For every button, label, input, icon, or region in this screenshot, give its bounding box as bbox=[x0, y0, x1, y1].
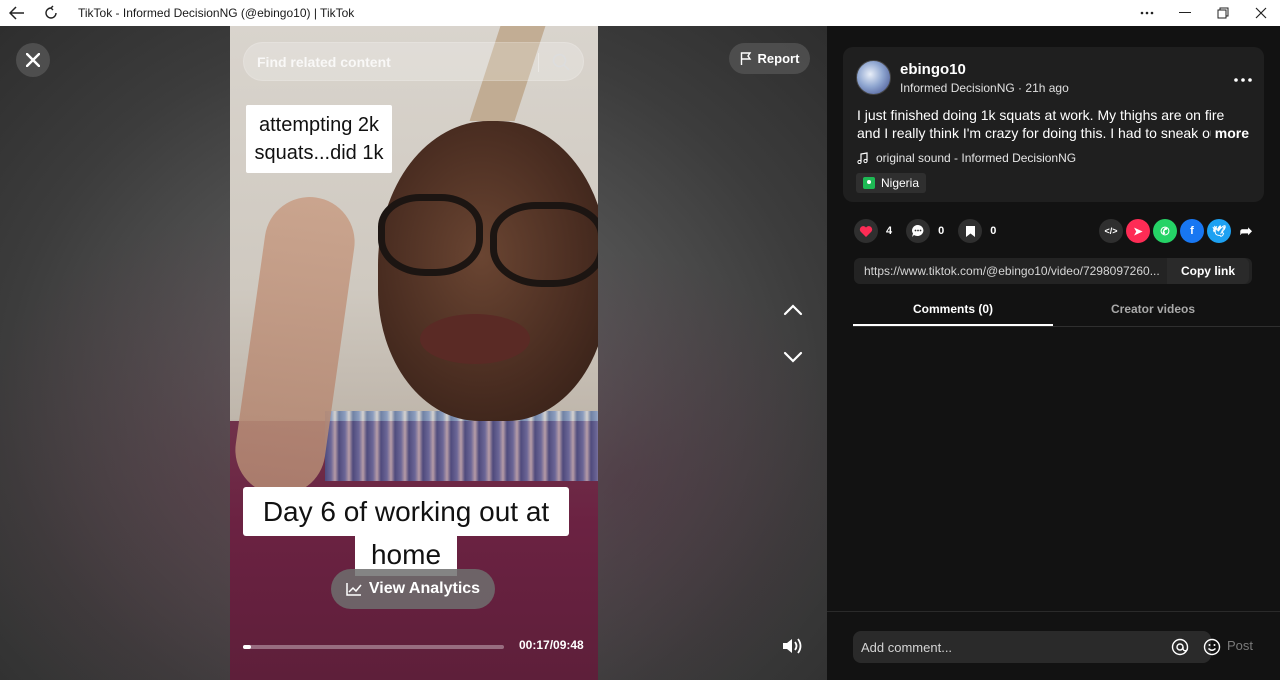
video-timestamp: 00:17/09:48 bbox=[519, 638, 584, 652]
post-description: I just finished doing 1k squats at work.… bbox=[857, 106, 1249, 142]
search-icon[interactable] bbox=[551, 52, 571, 72]
author-subline: Informed DecisionNG · 21h ago bbox=[900, 81, 1069, 95]
sound-link[interactable]: original sound - Informed DecisionNG bbox=[857, 151, 1076, 165]
comment-button[interactable]: 0 bbox=[906, 219, 944, 243]
facebook-icon[interactable]: f bbox=[1180, 219, 1204, 243]
video-link[interactable]: https://www.tiktok.com/@ebingo10/video/7… bbox=[854, 264, 1167, 278]
like-button[interactable]: 4 bbox=[854, 219, 892, 243]
details-panel: ebingo10 Informed DecisionNG · 21h ago I… bbox=[827, 26, 1280, 680]
chevron-down-icon[interactable] bbox=[781, 345, 805, 369]
window-title-bar: TikTok - Informed DecisionNG (@ebingo10)… bbox=[0, 0, 1280, 26]
back-icon[interactable] bbox=[0, 0, 34, 26]
refresh-icon[interactable] bbox=[34, 0, 68, 26]
volume-icon[interactable] bbox=[781, 635, 805, 657]
close-icon bbox=[26, 53, 40, 67]
heart-icon bbox=[859, 225, 873, 237]
video-player[interactable]: Find related content attempting 2k squat… bbox=[230, 26, 598, 680]
avatar[interactable] bbox=[856, 60, 891, 95]
location-tag[interactable]: Nigeria bbox=[856, 173, 927, 193]
emoji-icon[interactable] bbox=[1203, 638, 1221, 656]
more-dots-icon bbox=[1234, 78, 1252, 82]
save-count: 0 bbox=[990, 225, 997, 237]
view-analytics-button[interactable]: View Analytics bbox=[331, 569, 495, 609]
comment-bar: Add comment... Post bbox=[827, 611, 1280, 680]
post-button[interactable]: Post bbox=[1227, 638, 1253, 653]
engagement-actions: 4 0 0 bbox=[854, 219, 1010, 243]
more-options-icon[interactable] bbox=[1128, 0, 1166, 26]
video-caption-line1: Day 6 of working out at bbox=[243, 487, 569, 536]
chevron-up-icon[interactable] bbox=[781, 298, 805, 322]
embed-icon[interactable]: </> bbox=[1099, 219, 1123, 243]
comment-input[interactable]: Add comment... bbox=[853, 631, 1221, 663]
username[interactable]: ebingo10 bbox=[900, 61, 966, 78]
bookmark-icon bbox=[965, 225, 975, 237]
minimize-icon[interactable] bbox=[1166, 0, 1204, 26]
flag-icon bbox=[740, 52, 751, 65]
panel-tabs: Comments (0) Creator videos bbox=[853, 293, 1280, 327]
tab-creator-videos[interactable]: Creator videos bbox=[1053, 293, 1253, 326]
tab-comments[interactable]: Comments (0) bbox=[853, 293, 1053, 326]
close-window-icon[interactable] bbox=[1242, 0, 1280, 26]
video-link-box: https://www.tiktok.com/@ebingo10/video/7… bbox=[854, 258, 1252, 284]
restore-icon[interactable] bbox=[1204, 0, 1242, 26]
sound-name: original sound - Informed DecisionNG bbox=[876, 151, 1077, 165]
video-frame-mouth bbox=[420, 314, 530, 364]
report-button[interactable]: Report bbox=[729, 43, 810, 74]
close-video-button[interactable] bbox=[16, 43, 50, 77]
location-name: Nigeria bbox=[881, 176, 920, 190]
analytics-chart-icon bbox=[346, 583, 362, 596]
video-frame-glasses-left bbox=[378, 194, 483, 276]
send-icon[interactable]: ➤ bbox=[1126, 219, 1150, 243]
more-link[interactable]: more bbox=[1210, 124, 1249, 142]
video-frame-pattern bbox=[325, 411, 598, 481]
video-stage: Find related content attempting 2k squat… bbox=[0, 26, 827, 680]
subline-separator: · bbox=[1014, 81, 1026, 95]
video-frame-glasses-right bbox=[490, 202, 598, 287]
whatsapp-icon[interactable]: ✆ bbox=[1153, 219, 1177, 243]
view-analytics-label: View Analytics bbox=[368, 580, 481, 597]
comment-placeholder: Add comment... bbox=[861, 639, 953, 655]
window-title: TikTok - Informed DecisionNG (@ebingo10)… bbox=[78, 6, 355, 20]
search-divider bbox=[538, 53, 539, 72]
share-buttons: </> ➤ ✆ f 🕊 ➦ bbox=[1099, 219, 1258, 243]
comment-icon bbox=[912, 225, 924, 237]
search-related-input[interactable]: Find related content bbox=[243, 42, 584, 81]
music-note-icon bbox=[857, 152, 868, 164]
mention-icon[interactable] bbox=[1171, 638, 1189, 656]
video-progress-bar[interactable] bbox=[243, 645, 504, 649]
share-arrow-icon[interactable]: ➦ bbox=[1234, 219, 1258, 243]
twitter-icon[interactable]: 🕊 bbox=[1207, 219, 1231, 243]
save-button[interactable]: 0 bbox=[958, 219, 996, 243]
report-label: Report bbox=[757, 51, 800, 66]
comment-count: 0 bbox=[938, 225, 945, 237]
location-pin-icon bbox=[863, 177, 875, 189]
display-name: Informed DecisionNG bbox=[900, 81, 1015, 95]
like-count: 4 bbox=[886, 225, 893, 237]
search-placeholder: Find related content bbox=[257, 53, 391, 70]
post-time: 21h ago bbox=[1025, 81, 1069, 95]
description-text: I just finished doing 1k squats at work.… bbox=[857, 107, 1238, 141]
post-info-card: ebingo10 Informed DecisionNG · 21h ago I… bbox=[843, 47, 1264, 202]
video-progress-fill bbox=[243, 645, 251, 649]
video-caption-top: attempting 2k squats...did 1k bbox=[246, 105, 392, 173]
more-options-button[interactable] bbox=[1234, 66, 1252, 86]
copy-link-button[interactable]: Copy link bbox=[1167, 258, 1249, 284]
